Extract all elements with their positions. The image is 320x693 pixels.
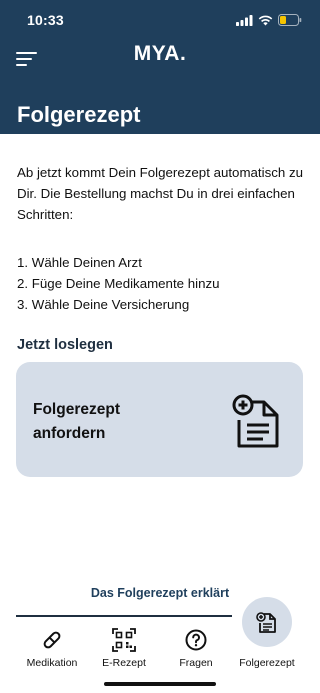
home-indicator xyxy=(104,682,216,686)
step-item: 3. Wähle Deine Versicherung xyxy=(17,297,190,312)
wifi-icon xyxy=(258,15,273,25)
question-circle-icon xyxy=(185,629,207,651)
tab-label: Medikation xyxy=(26,657,78,669)
request-prescription-card[interactable]: Folgerezept anfordern xyxy=(16,362,303,477)
tab-fragen[interactable]: Fragen xyxy=(156,624,236,670)
battery-icon xyxy=(278,14,302,26)
tab-folgerezept[interactable]: Folgerezept xyxy=(227,612,307,670)
intro-text: Ab jetzt kommt Dein Folgerezept automati… xyxy=(17,165,304,222)
app-header: 10:33 MYA. Folgerezept xyxy=(0,0,320,134)
brand-logo: MYA. xyxy=(133,42,187,65)
divider xyxy=(16,615,232,617)
tab-label: E-Rezept xyxy=(102,657,146,669)
status-time: 10:33 xyxy=(27,12,64,28)
step-item: 2. Füge Deine Medikamente hinzu xyxy=(17,276,220,291)
steps-list: 1. Wähle Deinen Arzt 2. Füge Deine Medik… xyxy=(17,252,220,315)
pill-icon xyxy=(43,631,61,649)
prescription-add-icon xyxy=(232,394,279,448)
tab-label: Folgerezept xyxy=(239,657,295,669)
prescription-icon xyxy=(256,612,276,633)
top-nav: MYA. xyxy=(0,40,320,80)
tab-medikation[interactable]: Medikation xyxy=(12,624,92,670)
signal-icon xyxy=(236,14,253,26)
section-heading: Jetzt loslegen xyxy=(17,337,113,353)
status-bar: 10:33 xyxy=(0,0,320,40)
card-label: Folgerezept anfordern xyxy=(33,401,120,442)
step-item: 1. Wähle Deinen Arzt xyxy=(17,255,142,270)
tab-e-rezept[interactable]: E-Rezept xyxy=(84,624,164,670)
tab-label: Fragen xyxy=(179,657,213,669)
page-title: Folgerezept xyxy=(17,102,141,127)
status-icons xyxy=(236,14,302,26)
qr-code-icon xyxy=(112,628,136,652)
